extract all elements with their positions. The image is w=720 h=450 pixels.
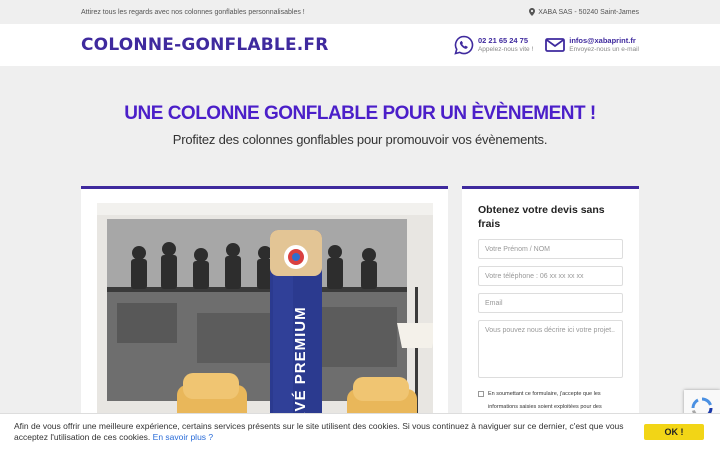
photo-illustration: RVÉ PREMIUM bbox=[97, 203, 433, 429]
site-logo[interactable]: COLONNE-GONFLABLE.FR bbox=[81, 35, 329, 55]
envelope-icon bbox=[545, 38, 566, 52]
form-title: Obtenez votre devis sans frais bbox=[478, 204, 605, 231]
header: COLONNE-GONFLABLE.FR 02 21 65 24 75 Appe… bbox=[0, 24, 720, 66]
cookie-ok-button[interactable]: OK ! bbox=[644, 424, 704, 440]
cookie-message: Afin de vous offrir une meilleure expéri… bbox=[14, 421, 624, 442]
cookie-text: Afin de vous offrir une meilleure expéri… bbox=[14, 421, 624, 442]
phone-number[interactable]: 02 21 65 24 75 bbox=[478, 36, 533, 46]
product-photo: RVÉ PREMIUM bbox=[97, 203, 433, 429]
email-caption: Envoyez-nous un e-mail bbox=[569, 45, 639, 53]
main-content: RVÉ PREMIUM Obtenez votre devis sans fra… bbox=[81, 186, 639, 429]
cookie-banner: Afin de vous offrir une meilleure expéri… bbox=[0, 413, 720, 450]
consent-checkbox[interactable] bbox=[478, 391, 484, 398]
contact-info: 02 21 65 24 75 Appelez-nous vite ! infos… bbox=[454, 35, 639, 55]
phone-contact[interactable]: 02 21 65 24 75 Appelez-nous vite ! bbox=[454, 35, 533, 55]
email-address[interactable]: infos@xabaprint.fr bbox=[569, 36, 639, 46]
photo-card: RVÉ PREMIUM bbox=[81, 186, 448, 429]
email-input[interactable]: Email bbox=[478, 293, 623, 314]
column-text: RVÉ PREMIUM bbox=[292, 306, 309, 423]
top-bar: Attirez tous les regards avec nos colonn… bbox=[0, 0, 720, 24]
whatsapp-phone-icon bbox=[454, 35, 474, 55]
email-contact[interactable]: infos@xabaprint.fr Envoyez-nous un e-mai… bbox=[545, 35, 639, 55]
hero-section: UNE COLONNE GONFLABLE POUR UN ÈVÈNEMENT … bbox=[0, 66, 720, 147]
phone-caption: Appelez-nous vite ! bbox=[477, 45, 534, 53]
phone-input[interactable]: Votre téléphone : 06 xx xx xx xx bbox=[478, 266, 623, 287]
learn-more-link[interactable]: En savoir plus ? bbox=[153, 432, 213, 442]
page-title: UNE COLONNE GONFLABLE POUR UN ÈVÈNEMENT … bbox=[124, 103, 596, 124]
address: XABA SAS - 50240 Saint-James bbox=[529, 8, 639, 16]
map-pin-icon bbox=[529, 8, 536, 16]
message-textarea[interactable]: Vous pouvez nous décrire ici votre proje… bbox=[478, 320, 623, 379]
consent-row: En soumettant ce formulaire, j'accepte q… bbox=[478, 388, 623, 413]
tagline: Attirez tous les regards avec nos colonn… bbox=[81, 8, 305, 16]
name-input[interactable]: Votre Prénom / NOM bbox=[478, 239, 623, 260]
page-subtitle: Profitez des colonnes gonflables pour pr… bbox=[172, 132, 548, 147]
consent-text: En soumettant ce formulaire, j'accepte q… bbox=[488, 391, 602, 410]
quote-form: Obtenez votre devis sans frais Votre Pré… bbox=[462, 186, 639, 426]
address-text: XABA SAS - 50240 Saint-James bbox=[538, 8, 639, 16]
